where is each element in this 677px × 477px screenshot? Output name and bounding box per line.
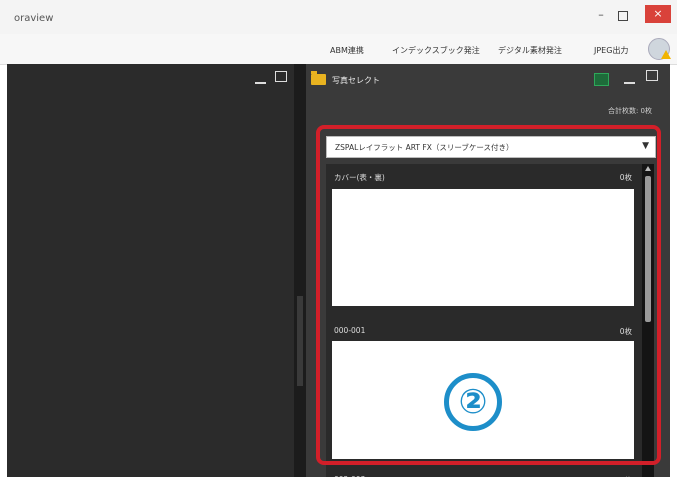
product-select-dropdown[interactable]: ZSPALレイフラット ART FX（スリーブケース付き） ▼ (326, 136, 656, 158)
panel-title: 写真セレクト (332, 76, 380, 85)
minimize-button[interactable]: – (595, 9, 607, 22)
product-select-value: ZSPALレイフラット ART FX（スリーブケース付き） (335, 143, 514, 152)
close-button[interactable]: × (645, 5, 671, 23)
user-avatar-icon[interactable] (648, 38, 671, 60)
section-header-002-003: 002-003 0枚 (326, 467, 640, 477)
app-title: oraview (14, 13, 54, 24)
left-panel-minimize-icon[interactable] (255, 82, 266, 84)
section-label: 000-001 (334, 326, 366, 335)
thumbnail-view-icon[interactable] (594, 73, 609, 86)
list-scrollbar[interactable] (642, 164, 654, 477)
page-list[interactable]: カバー(表・裏) 0枚 000-001 0枚 002-003 0枚 (326, 164, 654, 477)
menu-item-abm-link[interactable]: ABM連携 (330, 45, 364, 56)
warning-icon (661, 50, 671, 59)
splitter-grip[interactable] (297, 296, 303, 386)
title-bar: oraview – × (0, 0, 677, 34)
section-count: 0枚 (619, 327, 632, 336)
menu-bar: ABM連携 インデックスブック発注 デジタル素材発注 JPEG出力 (0, 34, 677, 65)
menu-item-jpeg-export[interactable]: JPEG出力 (594, 45, 628, 56)
menu-item-index-book-order[interactable]: インデックスブック発注 (392, 45, 480, 56)
section-header-000-001: 000-001 0枚 (326, 318, 640, 340)
chevron-down-icon[interactable]: ▼ (642, 141, 649, 151)
photo-drop-slot-cover[interactable] (332, 189, 634, 306)
total-count-label: 合計枚数: 0枚 (607, 107, 652, 115)
left-panel (7, 64, 294, 477)
callout-number-badge: ② (444, 373, 502, 431)
maximize-button[interactable] (618, 11, 628, 21)
panel-splitter[interactable] (294, 64, 306, 477)
scrollbar-thumb[interactable] (645, 176, 651, 322)
section-label: カバー(表・裏) (334, 173, 385, 182)
folder-icon (311, 71, 326, 85)
menu-item-digital-material-order[interactable]: デジタル素材発注 (498, 45, 562, 56)
section-header-cover: カバー(表・裏) 0枚 (326, 164, 640, 186)
section-count: 0枚 (619, 173, 632, 182)
right-panel-minimize-icon[interactable] (624, 82, 635, 84)
left-panel-maximize-icon[interactable] (275, 71, 287, 82)
right-panel-maximize-icon[interactable] (646, 70, 658, 81)
scroll-up-icon[interactable] (645, 166, 651, 171)
